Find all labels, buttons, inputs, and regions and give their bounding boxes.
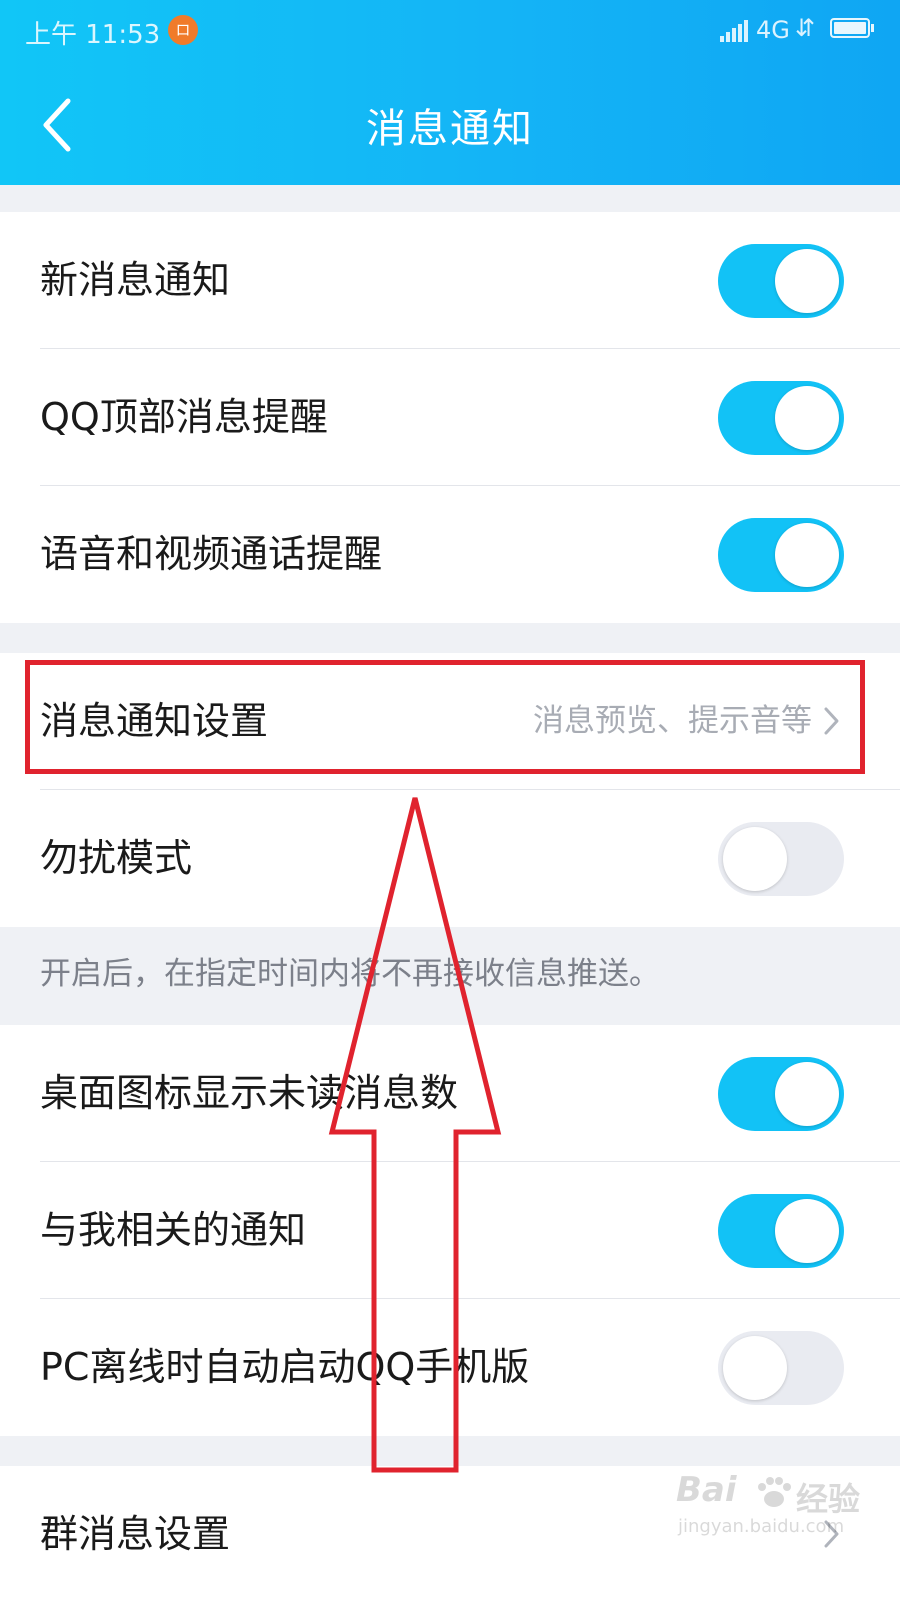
up-arrow-annotation (328, 797, 502, 1473)
toggle-knob (723, 1336, 787, 1400)
new-message-toggle[interactable] (718, 244, 844, 318)
setting-label: 新消息通知 (40, 258, 231, 302)
pc-offline-toggle[interactable] (718, 1331, 844, 1405)
toggle-knob (775, 1062, 839, 1126)
paw-icon (758, 1477, 791, 1507)
call-reminder-toggle[interactable] (718, 518, 844, 592)
setting-row-new-message: 新消息通知 (0, 212, 900, 349)
watermark-brand-cn: 经验 (796, 1480, 861, 1518)
battery-icon (830, 18, 874, 38)
related-notice-toggle[interactable] (718, 1194, 844, 1268)
top-reminder-toggle[interactable] (718, 381, 844, 455)
setting-label: 勿扰模式 (40, 836, 193, 880)
baidu-watermark: Bai 经验 jingyan.baidu.com (676, 1470, 876, 1550)
toggle-knob (775, 1199, 839, 1263)
highlight-box (25, 660, 865, 774)
setting-label: 语音和视频通话提醒 (40, 532, 383, 576)
toggle-knob (723, 827, 787, 891)
network-type-label: 4G (756, 16, 790, 44)
status-bar: 上午 11:53 ロ 4G ⇵ (0, 0, 900, 62)
setting-label: 与我相关的通知 (40, 1208, 307, 1252)
page-title: 消息通知 (366, 106, 534, 152)
setting-label: QQ顶部消息提醒 (40, 395, 328, 439)
data-activity-icon: ⇵ (795, 14, 816, 42)
unread-badge-toggle[interactable] (718, 1057, 844, 1131)
watermark-url: jingyan.baidu.com (678, 1516, 845, 1537)
notification-app-icon: ロ (168, 15, 198, 45)
watermark-brand: Bai (676, 1470, 737, 1510)
status-time: 上午 11:53 (25, 20, 161, 50)
setting-row-call-reminder: 语音和视频通话提醒 (0, 486, 900, 623)
dnd-toggle[interactable] (718, 822, 844, 896)
toggle-knob (775, 386, 839, 450)
toggle-knob (775, 249, 839, 313)
app-header: 上午 11:53 ロ 4G ⇵ 消息通知 (0, 0, 900, 185)
signal-strength-icon (720, 20, 748, 42)
setting-row-top-reminder: QQ顶部消息提醒 (0, 349, 900, 486)
setting-label: 群消息设置 (40, 1512, 231, 1556)
toggle-knob (775, 523, 839, 587)
